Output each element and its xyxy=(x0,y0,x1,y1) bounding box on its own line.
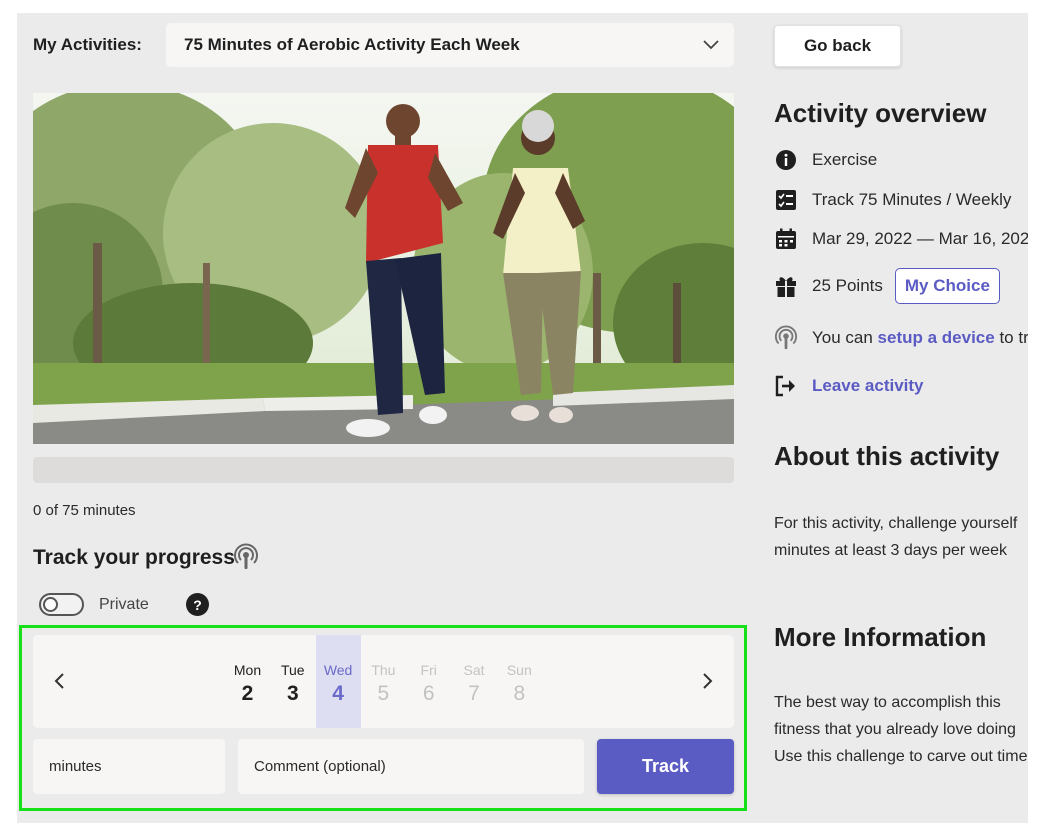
day-sun: Sun 8 xyxy=(497,635,542,728)
day-name: Mon xyxy=(233,662,262,678)
day-thu: Thu 5 xyxy=(361,635,406,728)
minutes-input[interactable] xyxy=(33,739,225,794)
progress-text: 0 of 75 minutes xyxy=(33,502,136,519)
leave-activity-row[interactable]: Leave activity xyxy=(774,373,924,399)
day-sat: Sat 7 xyxy=(452,635,497,728)
progress-bar xyxy=(33,457,734,483)
day-number: 2 xyxy=(241,682,254,705)
chevron-down-icon xyxy=(703,40,719,50)
day-name: Sat xyxy=(463,662,485,678)
week-picker: Mon 2 Tue 3 Wed 4 Thu 5 Fri 6 Sat 7 Sun 8 xyxy=(33,635,734,728)
overview-tracking-row: Track 75 Minutes / Weekly xyxy=(774,187,1011,213)
about-text: For this activity, challenge yourself mi… xyxy=(774,510,1017,564)
info-icon xyxy=(774,148,798,172)
chevron-left-icon xyxy=(54,673,64,689)
day-mon[interactable]: Mon 2 xyxy=(225,635,270,728)
help-icon[interactable]: ? xyxy=(186,593,209,616)
selected-activity: 75 Minutes of Aerobic Activity Each Week xyxy=(184,35,520,54)
day-wed[interactable]: Wed 4 xyxy=(315,635,361,728)
more-info-text: The best way to accomplish this fitness … xyxy=(774,689,1027,770)
my-choice-button[interactable]: My Choice xyxy=(894,268,1000,304)
track-button[interactable]: Track xyxy=(597,739,734,794)
activity-select[interactable]: 75 Minutes of Aerobic Activity Each Week xyxy=(166,23,734,67)
activity-overview-title: Activity overview xyxy=(774,98,987,128)
about-line: For this activity, challenge yourself xyxy=(774,515,1018,532)
sensor-icon xyxy=(233,543,259,576)
activity-photo xyxy=(33,93,734,444)
private-toggle[interactable] xyxy=(39,593,84,616)
toggle-knob xyxy=(43,597,58,612)
day-number: 7 xyxy=(468,682,480,705)
device-text-prefix: You can xyxy=(812,328,878,347)
device-text-suffix: to track xyxy=(999,328,1028,347)
previous-week-button[interactable] xyxy=(48,668,70,694)
day-name: Fri xyxy=(420,662,437,678)
overview-points: 25 Points xyxy=(812,276,883,295)
day-number: 6 xyxy=(422,682,435,705)
activities-label: My Activities: xyxy=(33,35,142,54)
leave-icon xyxy=(774,374,798,398)
setup-device-link[interactable]: setup a device xyxy=(878,328,995,348)
comment-input[interactable] xyxy=(238,739,584,794)
about-title: About this activity xyxy=(774,441,1000,471)
sensor-icon xyxy=(774,325,798,350)
day-fri: Fri 6 xyxy=(406,635,451,728)
private-label: Private xyxy=(99,596,149,613)
more-info-line: Use this challenge to carve out time xyxy=(774,748,1028,765)
more-info-line: fitness that you already love doing xyxy=(774,721,1016,738)
go-back-button[interactable]: Go back xyxy=(774,25,901,67)
gift-icon xyxy=(774,274,798,298)
day-number: 4 xyxy=(332,682,344,705)
more-info-title: More Information xyxy=(774,622,987,652)
overview-dates: Mar 29, 2022 — Mar 16, 2023 xyxy=(812,229,1028,248)
day-name: Tue xyxy=(280,662,305,678)
day-number: 8 xyxy=(513,682,526,705)
overview-tracking: Track 75 Minutes / Weekly xyxy=(812,190,1012,209)
day-name: Wed xyxy=(323,662,353,678)
next-week-button[interactable] xyxy=(697,668,719,694)
day-number: 5 xyxy=(377,682,390,705)
overview-category: Exercise xyxy=(812,150,878,169)
overview-dates-row: Mar 29, 2022 — Mar 16, 2023 xyxy=(774,226,1028,252)
more-info-line: The best way to accomplish this xyxy=(774,694,1001,711)
main-panel: My Activities: 75 Minutes of Aerobic Act… xyxy=(17,13,1028,823)
chevron-right-icon xyxy=(703,673,713,689)
about-line: minutes at least 3 days per week xyxy=(774,542,1008,559)
overview-category-row: Exercise xyxy=(774,147,877,173)
checklist-icon xyxy=(774,188,798,212)
overview-points-row: 25 Points My Choice xyxy=(774,267,1000,305)
overview-device-row: You can setup a device to track xyxy=(774,325,1028,351)
day-name: Sun xyxy=(506,662,532,678)
day-number: 3 xyxy=(286,682,299,705)
day-name: Thu xyxy=(371,662,396,678)
calendar-icon xyxy=(774,227,798,251)
day-tue[interactable]: Tue 3 xyxy=(270,635,315,728)
leave-activity-link[interactable]: Leave activity xyxy=(812,376,924,396)
track-progress-title: Track your progress xyxy=(33,546,235,569)
